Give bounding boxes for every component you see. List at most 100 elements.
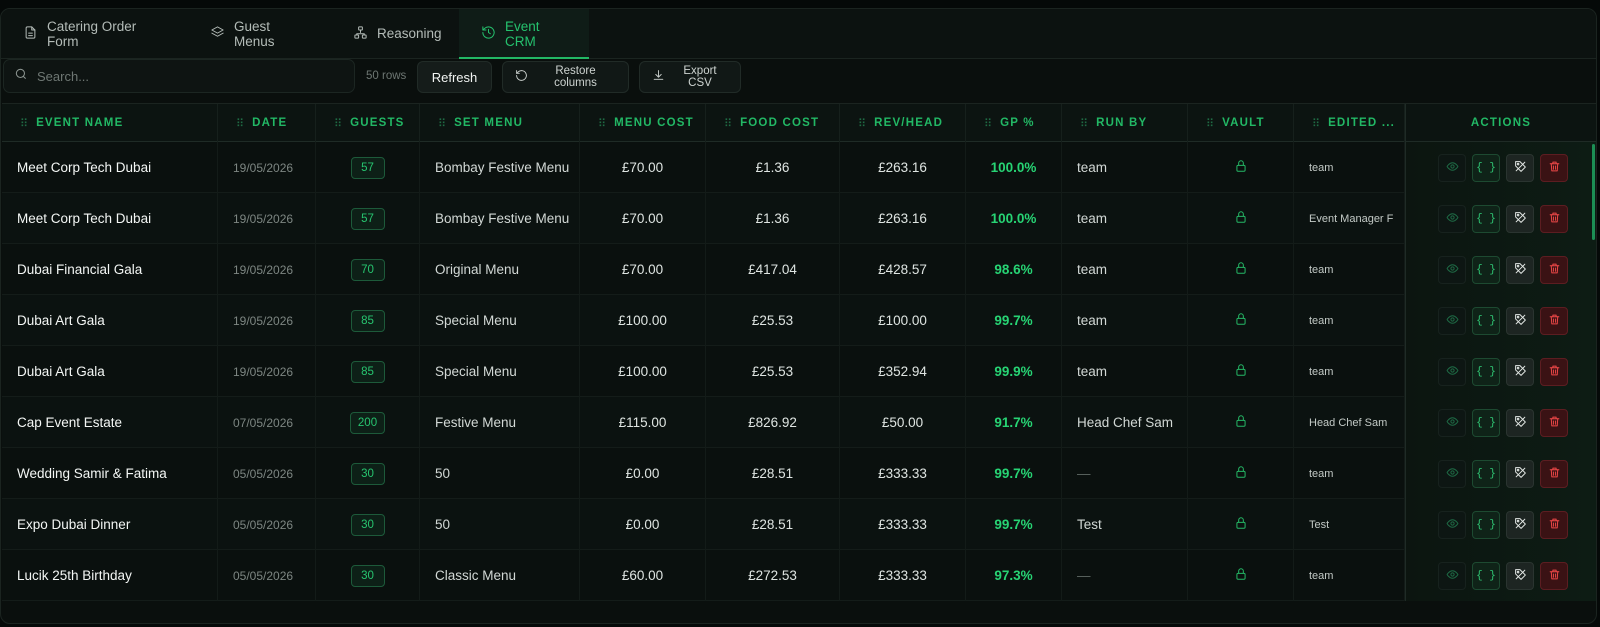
drag-handle-icon[interactable]: ⠿ bbox=[598, 117, 606, 130]
view-button[interactable] bbox=[1438, 357, 1466, 386]
column-header-food-cost[interactable]: ⠿ FOOD COST bbox=[706, 104, 840, 142]
json-button[interactable]: { } bbox=[1472, 306, 1500, 335]
lock-icon[interactable] bbox=[1234, 312, 1248, 329]
table-row[interactable]: Meet Corp Tech Dubai 19/05/2026 57 Bomba… bbox=[2, 142, 1596, 193]
view-button[interactable] bbox=[1438, 459, 1466, 488]
table-row[interactable]: Meet Corp Tech Dubai 19/05/2026 57 Bomba… bbox=[2, 193, 1596, 244]
tag-button[interactable] bbox=[1506, 459, 1534, 488]
tag-button[interactable] bbox=[1506, 204, 1534, 233]
json-button[interactable]: { } bbox=[1472, 255, 1500, 284]
column-header-run-by[interactable]: ⠿ RUN BY bbox=[1062, 104, 1188, 142]
view-button[interactable] bbox=[1438, 306, 1466, 335]
column-header-guests[interactable]: ⠿ GUESTS bbox=[316, 104, 420, 142]
lock-icon[interactable] bbox=[1234, 465, 1248, 482]
view-button[interactable] bbox=[1438, 204, 1466, 233]
cell-rev-head: £100.00 bbox=[840, 295, 966, 346]
cell-guests: 85 bbox=[316, 295, 420, 346]
view-button[interactable] bbox=[1438, 561, 1466, 590]
table-row[interactable]: Dubai Art Gala 19/05/2026 85 Special Men… bbox=[2, 346, 1596, 397]
drag-handle-icon[interactable]: ⠿ bbox=[1080, 117, 1088, 130]
tag-button[interactable] bbox=[1506, 306, 1534, 335]
lock-icon[interactable] bbox=[1234, 159, 1248, 176]
cell-vault bbox=[1188, 244, 1294, 295]
search-input[interactable] bbox=[37, 68, 337, 84]
json-button[interactable]: { } bbox=[1472, 561, 1500, 590]
tab-event-crm[interactable]: Event CRM bbox=[459, 9, 589, 59]
cell-guests: 200 bbox=[316, 397, 420, 448]
delete-button[interactable] bbox=[1540, 153, 1568, 182]
drag-handle-icon[interactable]: ⠿ bbox=[858, 117, 866, 130]
lock-icon[interactable] bbox=[1234, 210, 1248, 227]
eye-icon bbox=[1446, 313, 1459, 329]
view-button[interactable] bbox=[1438, 255, 1466, 284]
tag-button[interactable] bbox=[1506, 510, 1534, 539]
drag-handle-icon[interactable]: ⠿ bbox=[1312, 117, 1320, 130]
table-row[interactable]: Cap Event Estate 07/05/2026 200 Festive … bbox=[2, 397, 1596, 448]
tag-button[interactable] bbox=[1506, 153, 1534, 182]
json-button[interactable]: { } bbox=[1472, 357, 1500, 386]
drag-handle-icon[interactable]: ⠿ bbox=[236, 117, 244, 130]
tag-button[interactable] bbox=[1506, 408, 1534, 437]
trash-icon bbox=[1548, 160, 1561, 176]
table-row[interactable]: Wedding Samir & Fatima 05/05/2026 30 50 … bbox=[2, 448, 1596, 499]
delete-button[interactable] bbox=[1540, 357, 1568, 386]
cell-set-menu: Special Menu bbox=[420, 295, 580, 346]
lock-icon[interactable] bbox=[1234, 567, 1248, 584]
tab-catering-order-form[interactable]: Catering Order Form bbox=[1, 9, 188, 58]
column-header-gp[interactable]: ⠿ GP % bbox=[966, 104, 1062, 142]
cell-food-cost: £272.53 bbox=[706, 550, 840, 601]
delete-button[interactable] bbox=[1540, 306, 1568, 335]
tab-guest-menus[interactable]: Guest Menus bbox=[188, 9, 331, 58]
column-header-set-menu[interactable]: ⠿ SET MENU bbox=[420, 104, 580, 142]
drag-handle-icon[interactable]: ⠿ bbox=[1206, 117, 1214, 130]
lock-icon[interactable] bbox=[1234, 516, 1248, 533]
json-button[interactable]: { } bbox=[1472, 459, 1500, 488]
cell-actions: { } bbox=[1405, 397, 1596, 448]
delete-button[interactable] bbox=[1540, 204, 1568, 233]
drag-handle-icon[interactable]: ⠿ bbox=[20, 117, 28, 130]
table-row[interactable]: Lucik 25th Birthday 05/05/2026 30 Classi… bbox=[2, 550, 1596, 601]
json-button[interactable]: { } bbox=[1472, 408, 1500, 437]
delete-button[interactable] bbox=[1540, 561, 1568, 590]
json-button[interactable]: { } bbox=[1472, 153, 1500, 182]
view-button[interactable] bbox=[1438, 153, 1466, 182]
delete-button[interactable] bbox=[1540, 408, 1568, 437]
rotate-ccw-icon bbox=[515, 69, 528, 85]
cell-date: 19/05/2026 bbox=[218, 295, 316, 346]
refresh-button[interactable]: Refresh bbox=[417, 61, 492, 93]
delete-button[interactable] bbox=[1540, 255, 1568, 284]
lock-icon[interactable] bbox=[1234, 414, 1248, 431]
lock-icon[interactable] bbox=[1234, 261, 1248, 278]
cell-set-menu: Festive Menu bbox=[420, 397, 580, 448]
lock-icon[interactable] bbox=[1234, 363, 1248, 380]
column-header-edited[interactable]: ⠿ EDITED ... bbox=[1294, 104, 1405, 142]
vertical-scrollbar[interactable] bbox=[1592, 144, 1595, 240]
json-button[interactable]: { } bbox=[1472, 510, 1500, 539]
column-header-date[interactable]: ⠿ DATE bbox=[218, 104, 316, 142]
drag-handle-icon[interactable]: ⠿ bbox=[984, 117, 992, 130]
column-header-event-name[interactable]: ⠿ EVENT NAME bbox=[2, 104, 218, 142]
drag-handle-icon[interactable]: ⠿ bbox=[438, 117, 446, 130]
table-row[interactable]: Dubai Financial Gala 19/05/2026 70 Origi… bbox=[2, 244, 1596, 295]
tab-reasoning[interactable]: Reasoning bbox=[331, 9, 459, 58]
view-button[interactable] bbox=[1438, 408, 1466, 437]
cell-event-name: Dubai Art Gala bbox=[2, 346, 218, 397]
tag-button[interactable] bbox=[1506, 357, 1534, 386]
column-header-menu-cost[interactable]: ⠿ MENU COST bbox=[580, 104, 706, 142]
column-header-rev-head[interactable]: ⠿ REV/HEAD bbox=[840, 104, 966, 142]
cell-gp: 100.0% bbox=[966, 193, 1062, 244]
table-row[interactable]: Dubai Art Gala 19/05/2026 85 Special Men… bbox=[2, 295, 1596, 346]
tag-button[interactable] bbox=[1506, 561, 1534, 590]
column-header-vault[interactable]: ⠿ VAULT bbox=[1188, 104, 1294, 142]
delete-button[interactable] bbox=[1540, 459, 1568, 488]
drag-handle-icon[interactable]: ⠿ bbox=[724, 117, 732, 130]
tag-button[interactable] bbox=[1506, 255, 1534, 284]
restore-columns-button[interactable]: Restore columns bbox=[502, 61, 629, 93]
table-row[interactable]: Expo Dubai Dinner 05/05/2026 30 50 £0.00… bbox=[2, 499, 1596, 550]
export-csv-button[interactable]: Export CSV bbox=[639, 61, 741, 93]
cell-event-name: Meet Corp Tech Dubai bbox=[2, 193, 218, 244]
json-button[interactable]: { } bbox=[1472, 204, 1500, 233]
drag-handle-icon[interactable]: ⠿ bbox=[334, 117, 342, 130]
delete-button[interactable] bbox=[1540, 510, 1568, 539]
view-button[interactable] bbox=[1438, 510, 1466, 539]
